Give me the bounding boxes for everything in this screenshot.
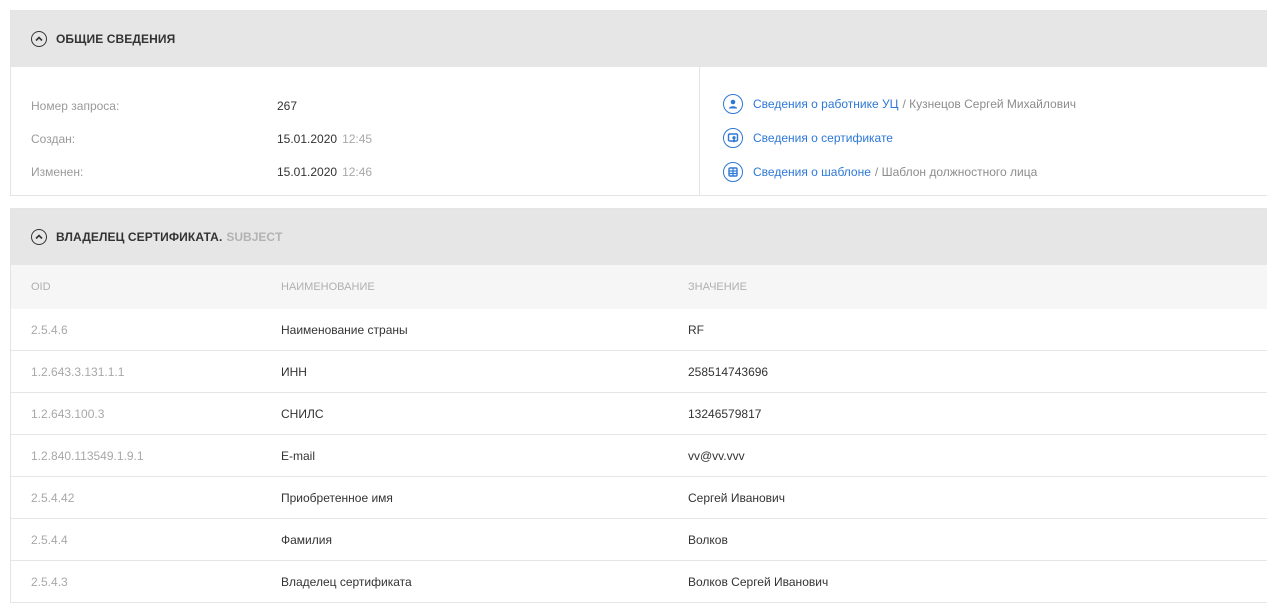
certificate-link[interactable]: Сведения о сертификате (753, 131, 893, 145)
created-row: Создан: 15.01.2020 12:45 (11, 122, 699, 155)
row-value: Сергей Иванович (688, 490, 786, 505)
page: Общие сведения Номер запроса: 267 Создан… (10, 10, 1267, 603)
table-row: 2.5.4.42 Приобретенное имя Сергей Иванов… (11, 477, 1267, 519)
row-name: ИНН (281, 364, 307, 379)
row-name: СНИЛС (281, 406, 324, 421)
table-row: 2.5.4.6 Наименование страны RF (11, 309, 1267, 351)
created-time: 12:45 (342, 131, 373, 146)
table-row: 1.2.643.100.3 СНИЛС 13246579817 (11, 393, 1267, 435)
table-row: 2.5.4.3 Владелец сертификата Волков Серг… (11, 561, 1267, 603)
created-date: 15.01.2020 (277, 131, 338, 146)
general-info-panel: Общие сведения Номер запроса: 267 Создан… (10, 10, 1267, 196)
column-value: Значение (688, 281, 747, 293)
collapse-icon[interactable] (31, 229, 47, 245)
employee-link[interactable]: Сведения о работнике УЦ (753, 97, 899, 111)
row-oid: 1.2.643.3.131.1.1 (31, 364, 125, 379)
table-row: 1.2.643.3.131.1.1 ИНН 258514743696 (11, 351, 1267, 393)
row-value: 258514743696 (688, 364, 769, 379)
general-info-header[interactable]: Общие сведения (11, 11, 1267, 67)
request-details: Номер запроса: 267 Создан: 15.01.2020 12… (11, 67, 700, 195)
subject-header[interactable]: Владелец сертификата. Subject (11, 209, 1267, 265)
collapse-icon[interactable] (31, 31, 47, 47)
table-row: 2.5.4.4 Фамилия Волков (11, 519, 1267, 561)
row-oid: 2.5.4.42 (31, 490, 75, 505)
link-template: Сведения о шаблоне / Шаблон должностного… (723, 155, 1076, 189)
row-value: Волков (688, 532, 728, 547)
row-value: RF (688, 322, 704, 337)
row-oid: 2.5.4.4 (31, 532, 68, 547)
row-oid: 1.2.643.100.3 (31, 406, 105, 421)
modified-time: 12:46 (342, 164, 373, 179)
employee-name: / Кузнецов Сергей Михайлович (902, 97, 1077, 111)
row-name: Наименование страны (281, 322, 408, 337)
row-name: E-mail (281, 448, 316, 463)
request-number-row: Номер запроса: 267 (11, 89, 699, 122)
row-value: Волков Сергей Иванович (688, 574, 829, 589)
column-name: Наименование (281, 281, 375, 293)
modified-row: Изменен: 15.01.2020 12:46 (11, 155, 699, 188)
subject-panel: Владелец сертификата. Subject OID Наимен… (10, 208, 1267, 603)
field-label: Создан: (31, 131, 76, 146)
field-label: Изменен: (31, 164, 84, 179)
row-oid: 2.5.4.3 (31, 574, 68, 589)
user-icon (723, 94, 743, 114)
request-number-value: 267 (277, 98, 298, 113)
row-oid: 2.5.4.6 (31, 322, 68, 337)
row-name: Владелец сертификата (281, 574, 412, 589)
link-certificate: Сведения о сертификате (723, 121, 1076, 155)
row-value: 13246579817 (688, 406, 762, 421)
row-value: vv@vv.vvv (688, 448, 745, 463)
column-oid: OID (31, 281, 51, 293)
table-header: OID Наименование Значение (11, 265, 1267, 309)
row-oid: 1.2.840.113549.1.9.1 (31, 448, 144, 463)
related-links: Сведения о работнике УЦ / Кузнецов Серге… (700, 67, 1076, 195)
general-info-title: Общие сведения (56, 32, 176, 46)
subject-title: Владелец сертификата. (56, 230, 223, 244)
row-name: Фамилия (281, 532, 332, 547)
row-name: Приобретенное имя (281, 490, 393, 505)
field-label: Номер запроса: (31, 98, 120, 113)
general-info-body: Номер запроса: 267 Создан: 15.01.2020 12… (11, 67, 1267, 195)
link-employee: Сведения о работнике УЦ / Кузнецов Серге… (723, 87, 1076, 121)
modified-date: 15.01.2020 (277, 164, 338, 179)
template-link[interactable]: Сведения о шаблоне (753, 165, 871, 179)
certificate-icon (723, 128, 743, 148)
subject-subtitle: Subject (226, 230, 283, 244)
table-row: 1.2.840.113549.1.9.1 E-mail vv@vv.vvv (11, 435, 1267, 477)
template-icon (723, 162, 743, 182)
template-name: / Шаблон должностного лица (874, 165, 1038, 179)
